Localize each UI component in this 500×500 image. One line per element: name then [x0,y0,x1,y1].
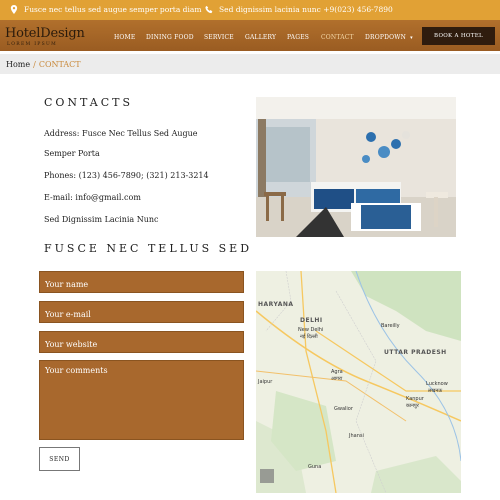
breadcrumb-current: CONTACT [38,59,81,69]
map-label-bareilly: Bareilly [381,323,400,329]
nav-dropdown-label: DROPDOWN [365,34,407,41]
map-label-agra: Agra [331,369,343,375]
map-label-lucknow-hi: लखनऊ [428,388,443,394]
email-input[interactable] [40,304,243,325]
map-label-jaipur: Jaipur [258,379,273,385]
nav-item-pages[interactable]: PAGES [287,34,309,41]
nav-item-home[interactable]: HOME [114,34,135,41]
chevron-down-icon: ▾ [410,35,413,41]
room-illustration [256,97,456,237]
comments-field-wrap [39,360,244,440]
nav-item-dining-food[interactable]: DINING FOOD [146,34,194,41]
address-text: Fusce nec tellus sed augue semper porta … [24,5,202,14]
website-input[interactable] [40,334,243,355]
contact-note: Sed Dignissim Lacinia Nunc [44,215,159,224]
contact-address-line2: Semper Porta [44,149,100,158]
map-label-lucknow: Lucknow [426,381,448,387]
map-label-haryana: HARYANA [258,301,294,308]
website-field-wrap [39,331,244,355]
book-hotel-button[interactable]: BOOK A HOTEL [422,27,495,45]
breadcrumb: Home / CONTACT [0,54,500,74]
map-label-kanpur: Kanpur [406,396,424,402]
form-heading: FUSCE NEC TELLUS SED [44,242,253,255]
map-label-guna: Guna [308,464,322,470]
contacts-heading: CONTACTS [44,96,134,109]
brand-logo[interactable]: HotelDesign LOREM IPSUM [5,26,85,47]
contact-address-line1: Address: Fusce Nec Tellus Sed Augue [44,129,198,138]
brand-name: HotelDesign [5,26,85,41]
nav-item-dropdown[interactable]: DROPDOWN ▾ [365,34,413,41]
comments-textarea[interactable] [40,361,243,439]
name-input[interactable] [40,274,243,295]
map-label-new-delhi-hi: नई दिल्ली [300,334,318,340]
map-label-uttar-pradesh: UTTAR PRADESH [384,349,447,356]
email-field-wrap [39,301,244,325]
nav-item-contact[interactable]: CONTACT [321,34,354,41]
top-info-bar: Fusce nec tellus sed augue semper porta … [0,0,500,20]
name-field-wrap [39,271,244,295]
map-label-delhi: DELHI [300,317,323,324]
map-label-kanpur-hi: कानपुर [406,403,419,409]
contact-email: E-mail: info@gmail.com [44,193,141,202]
nav-item-service[interactable]: SERVICE [204,34,234,41]
map-label-agra-hi: आगरा [331,376,343,382]
phone-text: Sed dignissim lacinia nunc +9(023) 456-7… [219,5,393,14]
send-button[interactable]: SEND [39,447,80,471]
map-pin-icon [10,5,18,14]
contact-phones: Phones: (123) 456-7890; (321) 213-3214 [44,171,209,180]
address-info: Fusce nec tellus sed augue semper porta … [10,5,201,14]
hotel-room-photo [256,97,456,237]
location-map[interactable]: HARYANA DELHI New Delhi नई दिल्ली Bareil… [256,271,461,493]
breadcrumb-home-link[interactable]: Home [6,60,30,69]
map-label-new-delhi: New Delhi [298,327,324,333]
map-label-jhansi: Jhansi [349,433,364,439]
nav-item-gallery[interactable]: GALLERY [245,34,276,41]
phone-info: Sed dignissim lacinia nunc +9(023) 456-7… [205,5,393,14]
brand-tagline: LOREM IPSUM [7,42,57,47]
phone-icon [205,5,213,14]
map-label-gwalior: Gwalior [334,406,353,412]
breadcrumb-separator: / [33,59,36,69]
